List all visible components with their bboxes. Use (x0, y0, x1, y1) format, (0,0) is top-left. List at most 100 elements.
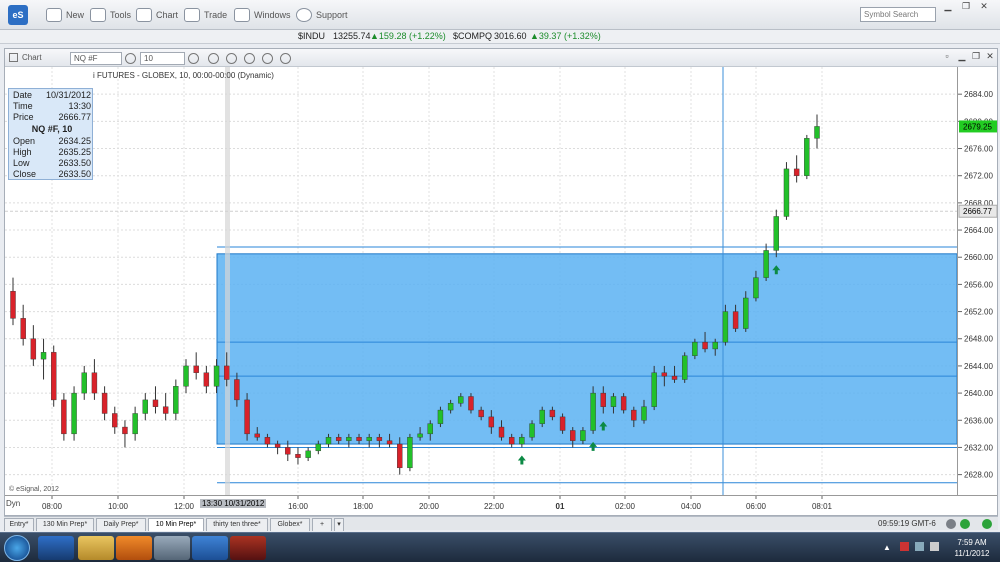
clock-icon[interactable] (188, 53, 199, 64)
ticker-symbol[interactable]: $COMPQ (453, 31, 492, 41)
candle-body (173, 386, 179, 414)
ticker-symbol[interactable]: $INDU (298, 31, 325, 41)
candle-body (264, 437, 271, 445)
checkmark-icon[interactable] (226, 53, 237, 64)
candle-body (732, 311, 739, 329)
minimize-icon[interactable]: ▁ (941, 1, 955, 11)
candle-body (30, 338, 37, 360)
x-tick-label: 04:00 (681, 502, 702, 511)
x-tick-label: 08:01 (812, 502, 833, 511)
chart-window: Chart NQ #F 10 ▫ ▁ ❐ ✕ i FUTURES - GLOBE… (4, 48, 998, 516)
tab-130-min-prep[interactable]: 130 Min Prep* (36, 518, 94, 531)
cursor-info-box: Date 10/31/2012 Time 13:30 Price 2666.77 NQ… (8, 88, 93, 180)
candle-body (519, 437, 525, 445)
candle-body (610, 396, 617, 407)
candle-body (407, 437, 413, 469)
time-axis[interactable]: Dyn 08:00 10:00 12:00 16:00 18:00 20:00 22:00 0… (5, 495, 997, 515)
support-button[interactable]: Support (296, 6, 348, 24)
price-label: Price (13, 112, 34, 122)
price-plot[interactable]: i FUTURES - GLOBEX, 10, 00:00-00:00 (Dyn… (5, 67, 957, 495)
x-tick-label: 18:00 (353, 502, 374, 511)
tab-menu-icon[interactable]: ▾ (334, 518, 344, 531)
recorder-taskbar-icon[interactable] (230, 536, 266, 560)
tray-volume-icon[interactable] (930, 542, 939, 551)
candle-body (651, 372, 657, 407)
candle-body (356, 437, 362, 441)
symbol-link-icon[interactable] (125, 53, 136, 64)
support-zone (216, 253, 957, 445)
candle-body (692, 341, 698, 356)
candle-body (386, 440, 393, 445)
chart-button[interactable]: Chart (136, 6, 178, 24)
ticker-change: ▲39.37 (+1.32%) (530, 31, 601, 41)
tray-flag-icon[interactable] (900, 542, 909, 551)
chart-minimize-icon[interactable]: ▁ (955, 51, 969, 61)
y-tick-label: 2648.00 (964, 335, 993, 344)
copyright-label: © eSignal, 2012 (9, 486, 59, 493)
x-tick-label: 22:00 (484, 502, 505, 511)
y-tick-label: 2652.00 (964, 308, 993, 317)
tab-thirty-ten-three[interactable]: thirty ten three* (206, 518, 268, 531)
candle-body (112, 413, 118, 428)
file-explorer-icon[interactable] (78, 536, 114, 560)
tray-network-icon[interactable] (915, 542, 924, 551)
open-label: Open (13, 136, 36, 146)
tab-daily-prep[interactable]: Daily Prep* (96, 518, 146, 531)
tab-globex[interactable]: Globex* (270, 518, 310, 531)
symbol-search-input[interactable]: Symbol Search (860, 7, 936, 22)
candle-body (325, 437, 332, 445)
status-time: 09:59:19 GMT-6 (878, 519, 936, 528)
candle-body (712, 341, 718, 350)
pencil-icon[interactable] (262, 53, 273, 64)
chart-icon (136, 8, 152, 22)
close-value: 2633.50 (58, 169, 91, 179)
x-tick-label: 02:00 (615, 502, 636, 511)
candle-body (315, 443, 322, 452)
tray-arrow-icon[interactable]: ▲ (883, 543, 891, 552)
task-manager-icon[interactable] (154, 536, 190, 560)
trade-button[interactable]: Trade (184, 6, 227, 24)
zoom-out-icon[interactable] (208, 53, 219, 64)
price-axis[interactable]: 2628.00 2632.00 2636.00 2640.00 2644.00 2648.… (957, 67, 998, 495)
chart-pin-icon[interactable]: ▫ (940, 51, 954, 61)
y-tick-label: 2664.00 (964, 226, 993, 235)
tools-button[interactable]: Tools (90, 6, 131, 24)
link-icon[interactable] (280, 53, 291, 64)
clock-date: 11/1/2012 (954, 549, 990, 558)
time-axis-svg: 08:00 10:00 12:00 16:00 18:00 20:00 22:00 01 02:… (42, 496, 833, 511)
start-button[interactable] (4, 535, 30, 561)
restore-icon[interactable]: ❐ (959, 1, 973, 11)
esignal-taskbar-icon[interactable] (192, 536, 228, 560)
low-label: Low (13, 158, 30, 168)
windows-label: Windows (254, 10, 291, 20)
candle-body (274, 443, 281, 448)
close-icon[interactable]: ✕ (977, 1, 991, 11)
y-tick-label: 2672.00 (964, 172, 993, 181)
tab-entry[interactable]: Entry* (4, 518, 34, 531)
ticker-change-value: 39.37 (+1.32%) (538, 31, 601, 41)
gauge-icon[interactable] (244, 53, 255, 64)
symbol-field[interactable]: NQ #F (70, 52, 122, 65)
candle-body (427, 423, 433, 435)
feed-ok-icon (982, 519, 992, 529)
taskbar-clock[interactable]: 7:59 AM 11/1/2012 (946, 537, 998, 559)
y-tick-label: 2684.00 (964, 90, 993, 99)
new-label: New (66, 10, 85, 20)
low-value: 2633.50 (58, 158, 91, 168)
page-tabs: Entry* 130 Min Prep* Daily Prep* 10 Min … (4, 516, 998, 531)
chart-restore-icon[interactable]: ❐ (969, 51, 983, 61)
windows-button[interactable]: Windows (234, 6, 291, 24)
candle-body (804, 138, 810, 176)
add-tab-button[interactable]: + (312, 518, 332, 531)
y-tick-label: 2636.00 (964, 416, 993, 425)
new-button[interactable]: New (46, 6, 84, 24)
chart-close-icon[interactable]: ✕ (983, 51, 997, 61)
interval-field[interactable]: 10 (140, 52, 185, 65)
internet-explorer-icon[interactable] (38, 536, 74, 560)
info-symbol-header: NQ #F, 10 (31, 124, 73, 134)
media-player-icon[interactable] (116, 536, 152, 560)
candle-body (702, 341, 708, 350)
tab-10-min-prep[interactable]: 10 Min Prep* (148, 518, 204, 531)
candle-body (244, 399, 250, 435)
candle-body (620, 396, 627, 411)
